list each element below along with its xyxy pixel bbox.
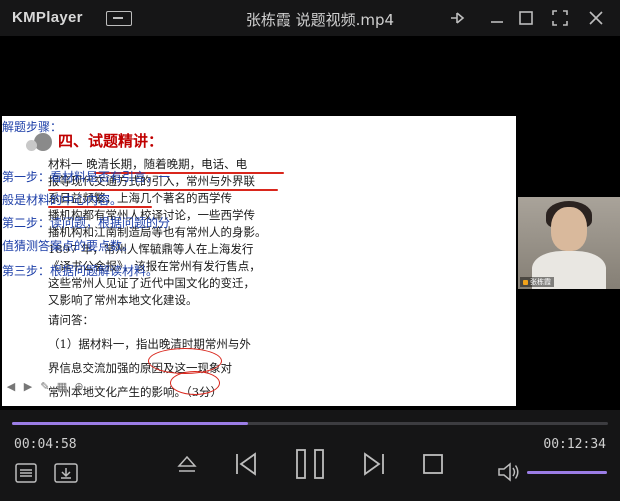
volume-slider[interactable] [527, 471, 607, 474]
title-bar: KMPlayer 张栋霞 说题视频.mp4 [0, 0, 620, 36]
eject-icon[interactable] [176, 452, 198, 478]
zoom-icon[interactable]: ⊕ [72, 379, 86, 393]
slide-toolbar: ◀ ▶ ✎ ▦ ⊕ ⋯ [4, 379, 103, 397]
nav-forward-icon[interactable]: ▶ [21, 379, 35, 393]
pen-icon[interactable]: ✎ [38, 379, 52, 393]
playlist-icon[interactable] [14, 462, 38, 484]
download-icon[interactable] [53, 462, 79, 484]
app-brand: KMPlayer [12, 9, 83, 26]
stop-icon[interactable] [421, 452, 445, 476]
current-time: 00:04:58 [14, 437, 77, 452]
maximize-icon[interactable] [515, 7, 537, 29]
step-line: 般是材料的中心内容。 [2, 193, 123, 207]
slide-heading: 四、试题精讲： [58, 132, 164, 150]
annotation-circle [170, 371, 220, 395]
material-line: 又影响了常州本地文化建设。 [48, 293, 198, 307]
total-time: 00:12:34 [543, 437, 606, 452]
webcam-overlay: 张栋霞 [518, 197, 620, 289]
playback-controls: 00:04:58 00:12:34 [0, 410, 620, 501]
step-line: 值猜测答案点的要点数。 [2, 239, 135, 253]
lecture-slide: 四、试题精讲： 材料一 晚清长期，随着晚期，电话、电 报等现代交通方式的引入，常… [2, 116, 516, 406]
step-line: 第一步：看材料是否有引言，一 [2, 170, 171, 184]
menu-icon[interactable] [106, 11, 132, 26]
slide-bullet-decoration [34, 133, 52, 151]
volume-level [527, 471, 607, 474]
more-icon[interactable]: ⋯ [89, 379, 103, 393]
step-line: 第二步：读问题，根据问题的分 [2, 216, 171, 230]
pin-icon[interactable] [447, 7, 469, 29]
volume-icon[interactable] [496, 460, 522, 484]
seek-bar-progress [12, 422, 249, 425]
presenter-face [551, 207, 587, 251]
close-icon[interactable] [585, 7, 607, 29]
webcam-name-badge: 张栋霞 [520, 277, 554, 287]
nav-back-icon[interactable]: ◀ [4, 379, 18, 393]
pause-icon[interactable] [294, 447, 326, 481]
window-title: 张栋霞 说题视频.mp4 [245, 11, 395, 29]
minimize-icon[interactable] [486, 7, 508, 29]
seek-bar[interactable] [12, 422, 608, 425]
badge-icon [523, 279, 528, 285]
step-line: 第三步：根据问题解读材料。 [2, 264, 159, 278]
steps-title: 解题步骤： [2, 120, 63, 134]
previous-icon[interactable] [232, 450, 260, 478]
next-icon[interactable] [360, 450, 388, 478]
video-area[interactable]: 四、试题精讲： 材料一 晚清长期，随着晚期，电话、电 报等现代交通方式的引入，常… [0, 36, 620, 410]
webcam-name: 张栋霞 [530, 278, 551, 286]
annotation-circle [148, 348, 222, 374]
fullscreen-icon[interactable] [549, 7, 571, 29]
grid-icon[interactable]: ▦ [55, 379, 69, 393]
slide-bullet-decoration-small [26, 140, 37, 151]
question-line: 请问答： [48, 313, 94, 327]
